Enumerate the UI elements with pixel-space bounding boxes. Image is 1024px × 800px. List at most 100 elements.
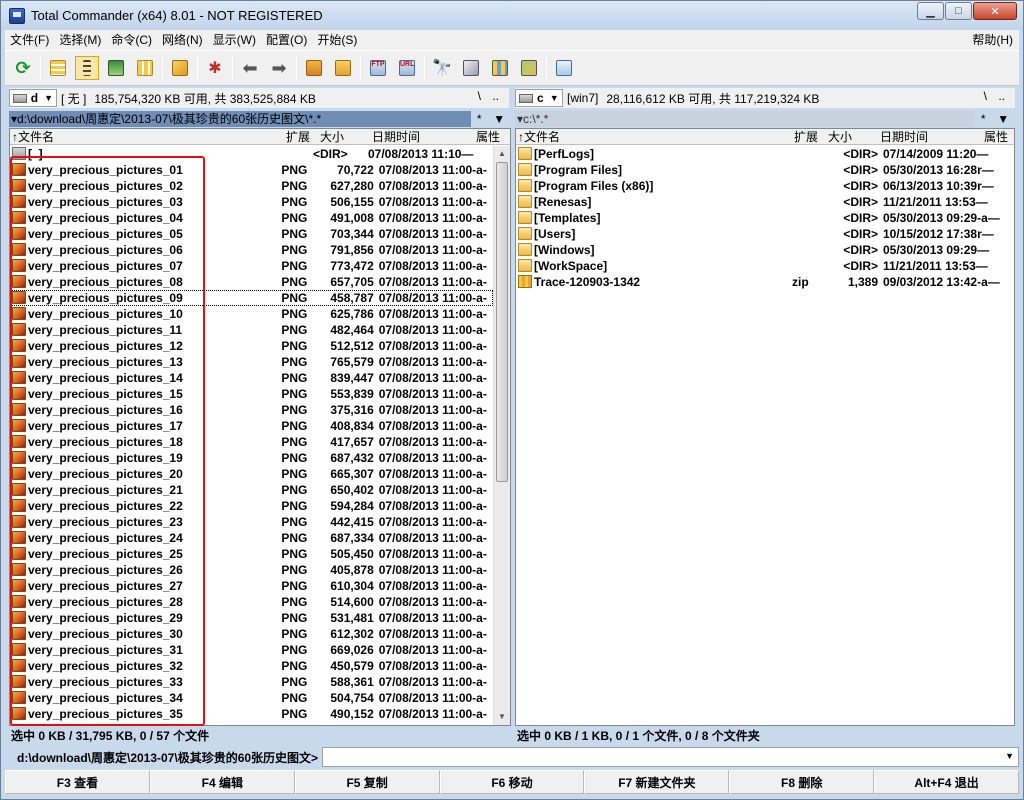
table-row[interactable]: very_precious_pictures_29 PNG 531,481 07/08…: [10, 610, 493, 626]
left-hotlist-button[interactable]: ▼: [493, 112, 505, 126]
table-row[interactable]: very_precious_pictures_34 PNG 504,754 07/08…: [10, 690, 493, 706]
right-up-button[interactable]: ..: [998, 89, 1005, 103]
table-row[interactable]: [Windows] <DIR> 05/30/2013 09:29—: [516, 242, 1014, 258]
refresh-icon[interactable]: ⟳: [11, 56, 35, 80]
f7-new-folder-button[interactable]: F7 新建文件夹: [584, 770, 730, 794]
table-row[interactable]: very_precious_pictures_01 PNG 70,722 07/08/…: [10, 162, 493, 178]
url-icon[interactable]: URL: [395, 56, 419, 80]
menu-select[interactable]: 选择(M): [54, 30, 106, 50]
table-row[interactable]: very_precious_pictures_17 PNG 408,834 07/08…: [10, 418, 493, 434]
close-button[interactable]: ✕: [973, 2, 1017, 20]
command-input[interactable]: ▼: [322, 747, 1019, 767]
table-row[interactable]: very_precious_pictures_13 PNG 765,579 07/08…: [10, 354, 493, 370]
table-row[interactable]: very_precious_pictures_04 PNG 491,008 07/08…: [10, 210, 493, 226]
header-attr[interactable]: 属性: [984, 129, 1014, 144]
table-row[interactable]: very_precious_pictures_02 PNG 627,280 07/08…: [10, 178, 493, 194]
table-row[interactable]: very_precious_pictures_25 PNG 505,450 07/08…: [10, 546, 493, 562]
forward-arrow-icon[interactable]: ➡: [267, 56, 291, 80]
table-row[interactable]: very_precious_pictures_12 PNG 512,512 07/08…: [10, 338, 493, 354]
f3-view-button[interactable]: F3 查看: [5, 770, 150, 794]
notepad-icon[interactable]: [552, 56, 576, 80]
f6-move-button[interactable]: F6 移动: [439, 770, 585, 794]
table-row[interactable]: very_precious_pictures_33 PNG 588,361 07/08…: [10, 674, 493, 690]
table-row[interactable]: very_precious_pictures_31 PNG 669,026 07/08…: [10, 642, 493, 658]
multi-rename-icon[interactable]: [459, 56, 483, 80]
table-row[interactable]: Trace-120903-1342 zip 1,389 09/03/2012 13:4…: [516, 274, 1014, 290]
maximize-button[interactable]: □: [945, 2, 972, 20]
tree-view-icon[interactable]: [133, 56, 157, 80]
table-row[interactable]: [Users] <DIR> 10/15/2012 17:38r—: [516, 226, 1014, 242]
scroll-up-icon[interactable]: ▲: [494, 146, 510, 162]
f4-edit-button[interactable]: F4 编辑: [149, 770, 295, 794]
left-history-button[interactable]: *: [477, 112, 482, 126]
sync-dirs-icon[interactable]: [488, 56, 512, 80]
table-row[interactable]: very_precious_pictures_26 PNG 405,878 07/08…: [10, 562, 493, 578]
menu-file[interactable]: 文件(F): [5, 30, 54, 50]
header-size[interactable]: 大小: [320, 129, 372, 144]
left-root-button[interactable]: \: [478, 89, 481, 103]
header-date[interactable]: 日期时间: [880, 129, 984, 144]
header-name[interactable]: ↑文件名: [516, 129, 794, 144]
pack-icon[interactable]: [302, 56, 326, 80]
right-hotlist-button[interactable]: ▼: [997, 112, 1009, 126]
table-row[interactable]: very_precious_pictures_20 PNG 665,307 07/08…: [10, 466, 493, 482]
search-icon[interactable]: 🔭: [430, 56, 454, 80]
full-view-icon[interactable]: [75, 56, 99, 80]
table-row[interactable]: very_precious_pictures_24 PNG 687,334 07/08…: [10, 530, 493, 546]
header-attr[interactable]: 属性: [476, 129, 506, 144]
table-row[interactable]: [Program Files (x86)] <DIR> 06/13/2013 10:…: [516, 178, 1014, 194]
unpack-files-icon[interactable]: [331, 56, 355, 80]
table-row[interactable]: very_precious_pictures_05 PNG 703,344 07/08…: [10, 226, 493, 242]
header-date[interactable]: 日期时间: [372, 129, 476, 144]
brief-view-icon[interactable]: [46, 56, 70, 80]
back-arrow-icon[interactable]: ⬅: [238, 56, 262, 80]
chevron-down-icon[interactable]: ▼: [1005, 751, 1014, 761]
scroll-thumb[interactable]: [496, 162, 508, 482]
table-row[interactable]: very_precious_pictures_09 PNG 458,787 07/08…: [10, 290, 493, 306]
left-up-button[interactable]: ..: [492, 89, 499, 103]
menu-show[interactable]: 显示(W): [208, 30, 261, 50]
app-icon[interactable]: [9, 7, 25, 24]
table-row[interactable]: [Templates] <DIR> 05/30/2013 09:29-a—: [516, 210, 1014, 226]
table-row[interactable]: very_precious_pictures_27 PNG 610,304 07/08…: [10, 578, 493, 594]
table-row[interactable]: very_precious_pictures_21 PNG 650,402 07/08…: [10, 482, 493, 498]
left-drive-select[interactable]: d ▼: [9, 89, 57, 107]
table-row[interactable]: very_precious_pictures_11 PNG 482,464 07/08…: [10, 322, 493, 338]
table-row[interactable]: very_precious_pictures_22 PNG 594,284 07/08…: [10, 498, 493, 514]
table-row[interactable]: very_precious_pictures_10 PNG 625,786 07/08…: [10, 306, 493, 322]
table-row[interactable]: very_precious_pictures_35 PNG 490,152 07/08…: [10, 706, 493, 722]
left-file-panel[interactable]: ↑文件名 扩展 大小 日期时间 属性 [..] <DIR> 07/08/2013 1…: [9, 128, 511, 726]
f5-copy-button[interactable]: F5 复制: [294, 770, 440, 794]
table-row[interactable]: very_precious_pictures_08 PNG 657,705 07/08…: [10, 274, 493, 290]
minimize-button[interactable]: ▁: [917, 2, 944, 20]
header-ext[interactable]: 扩展: [794, 129, 828, 144]
table-row[interactable]: [Renesas] <DIR> 11/21/2011 13:53—: [516, 194, 1014, 210]
table-row[interactable]: very_precious_pictures_30 PNG 612,302 07/08…: [10, 626, 493, 642]
thumbnail-view-icon[interactable]: [104, 56, 128, 80]
exit-button[interactable]: Alt+F4 退出: [874, 770, 1020, 794]
table-row[interactable]: very_precious_pictures_06 PNG 791,856 07/08…: [10, 242, 493, 258]
scroll-down-icon[interactable]: ▼: [494, 709, 510, 725]
menu-commands[interactable]: 命令(C): [106, 30, 157, 50]
table-row[interactable]: very_precious_pictures_19 PNG 687,432 07/08…: [10, 450, 493, 466]
table-row[interactable]: very_precious_pictures_03 PNG 506,155 07/08…: [10, 194, 493, 210]
table-row[interactable]: very_precious_pictures_14 PNG 839,447 07/08…: [10, 370, 493, 386]
right-path[interactable]: ▾c:\*.*: [515, 111, 975, 127]
right-history-button[interactable]: *: [981, 112, 986, 126]
table-row[interactable]: very_precious_pictures_28 PNG 514,600 07/08…: [10, 594, 493, 610]
menu-configuration[interactable]: 配置(O): [261, 30, 312, 50]
menu-net[interactable]: 网络(N): [157, 30, 208, 50]
table-row[interactable]: [PerfLogs] <DIR> 07/14/2009 11:20—: [516, 146, 1014, 162]
invert-selection-icon[interactable]: [168, 56, 192, 80]
header-size[interactable]: 大小: [828, 129, 880, 144]
f8-delete-button[interactable]: F8 删除: [729, 770, 875, 794]
menu-start[interactable]: 开始(S): [312, 30, 362, 50]
header-name[interactable]: ↑文件名: [10, 129, 286, 144]
left-path[interactable]: ▾d:\download\周惠定\2013-07\极其珍贵的60张历史图文\*.…: [9, 111, 471, 127]
table-row[interactable]: very_precious_pictures_16 PNG 375,316 07/08…: [10, 402, 493, 418]
table-row[interactable]: very_precious_pictures_23 PNG 442,415 07/08…: [10, 514, 493, 530]
table-row-parent[interactable]: [..] <DIR> 07/08/2013 11:10—: [10, 146, 493, 162]
table-row[interactable]: very_precious_pictures_07 PNG 773,472 07/08…: [10, 258, 493, 274]
table-row[interactable]: very_precious_pictures_15 PNG 553,839 07/08…: [10, 386, 493, 402]
title-bar[interactable]: Total Commander (x64) 8.01 - NOT REGISTE…: [1, 1, 1023, 30]
